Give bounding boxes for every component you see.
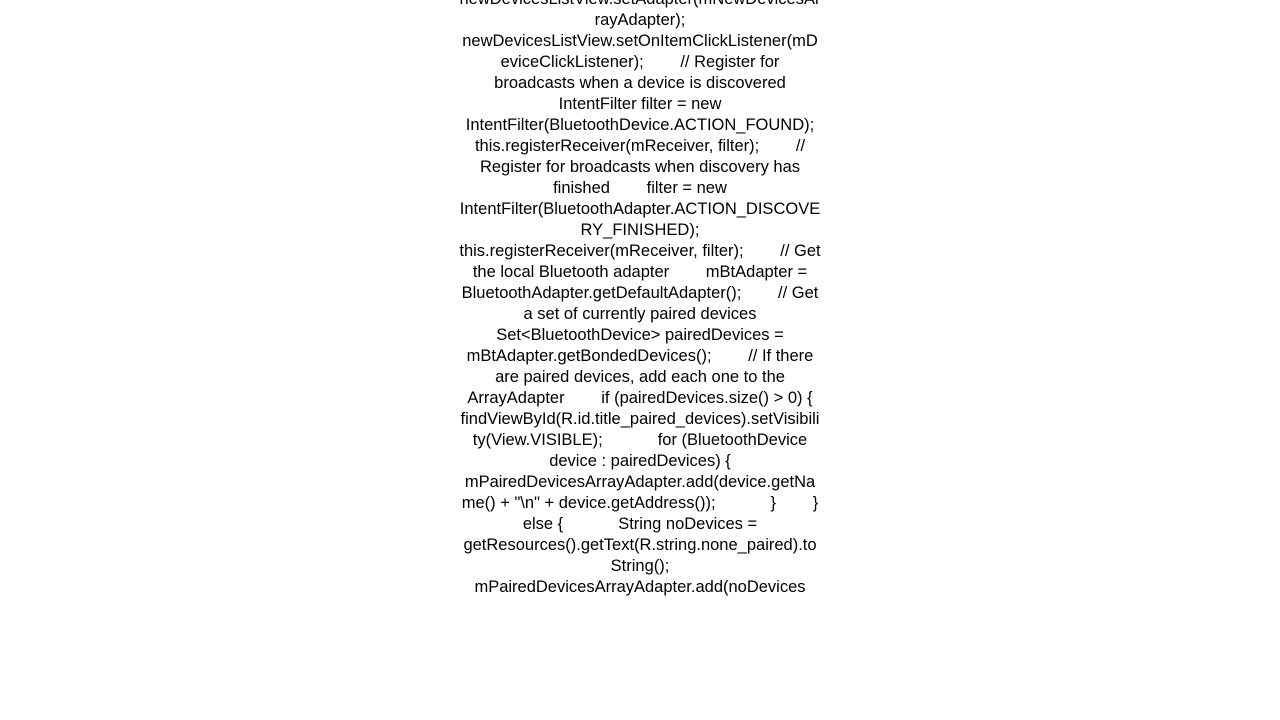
page-viewport: newDevicesListView.setAdapter(mNewDevice… xyxy=(0,0,1280,720)
code-text-block: newDevicesListView.setAdapter(mNewDevice… xyxy=(459,0,821,596)
